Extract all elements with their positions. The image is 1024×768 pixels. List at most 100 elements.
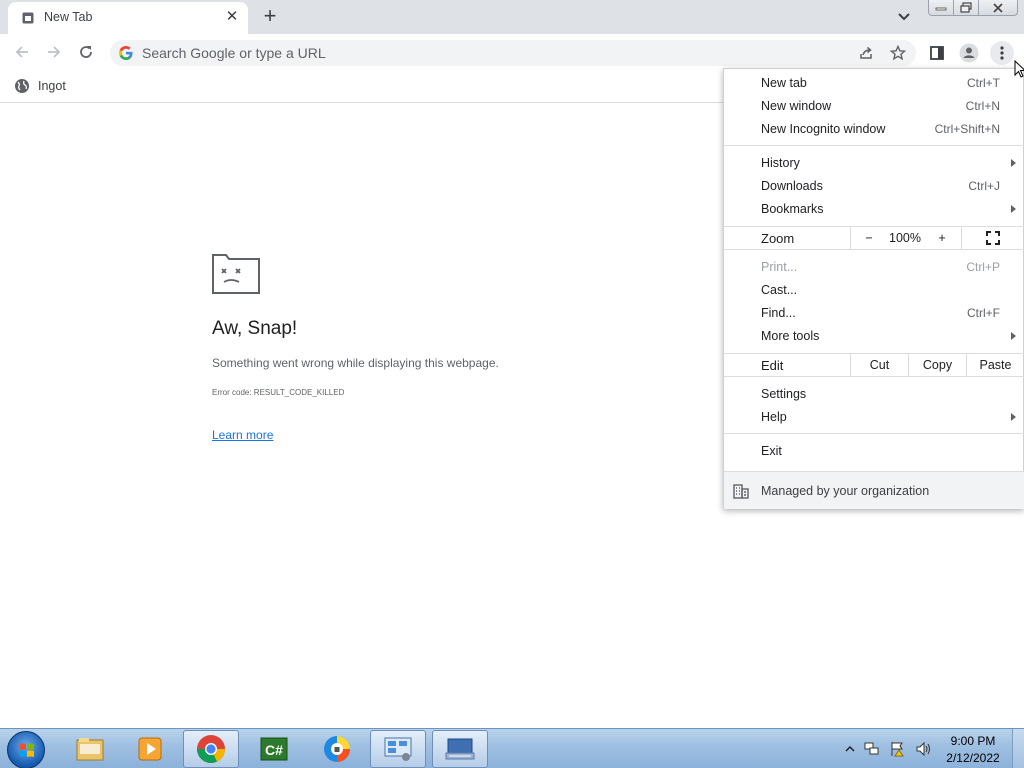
tab-close-icon[interactable]: ✕	[224, 9, 240, 25]
svg-text:C#: C#	[265, 742, 283, 758]
reload-button[interactable]	[74, 40, 98, 64]
menu-item-shortcut: Ctrl+F	[967, 306, 1000, 320]
taskbar-media-player[interactable]	[122, 730, 178, 768]
system-tray	[845, 729, 933, 768]
keyboard-icon	[445, 738, 475, 760]
menu-item-history[interactable]: History	[724, 152, 1024, 175]
globe-icon	[15, 79, 29, 93]
tab-title: New Tab	[44, 10, 93, 24]
building-icon	[733, 484, 749, 499]
menu-item-label: New tab	[761, 76, 807, 90]
menu-item-more-tools[interactable]: More tools	[724, 325, 1024, 348]
menu-item-help[interactable]: Help	[724, 406, 1024, 429]
side-panel-button[interactable]	[926, 42, 948, 64]
paste-button[interactable]: Paste	[966, 354, 1024, 376]
error-title: Aw, Snap!	[212, 318, 298, 339]
folder-icon	[76, 738, 104, 761]
show-hidden-icons-icon[interactable]	[845, 745, 855, 753]
menu-item-cast[interactable]: Cast...	[724, 279, 1024, 302]
menu-item-label: History	[761, 156, 800, 170]
back-button[interactable]	[10, 40, 34, 64]
new-tab-button[interactable]: +	[258, 5, 282, 29]
network-icon[interactable]	[863, 741, 881, 757]
taskbar-control-panel[interactable]	[370, 730, 426, 768]
taskbar-chrome[interactable]	[183, 730, 239, 768]
three-dots-vertical-icon	[1000, 46, 1004, 60]
share-icon	[860, 46, 872, 59]
profile-button[interactable]	[958, 42, 980, 64]
close-icon	[993, 2, 1003, 13]
menu-item-find[interactable]: Find... Ctrl+F	[724, 302, 1024, 325]
menu-item-label: New window	[761, 99, 832, 113]
menu-item-settings[interactable]: Settings	[724, 383, 1024, 406]
bookmark-star-button[interactable]	[887, 42, 909, 64]
back-arrow-icon	[15, 46, 28, 58]
action-center-flag-icon[interactable]	[889, 741, 907, 757]
zoom-in-button[interactable]: +	[924, 227, 960, 249]
fullscreen-button[interactable]	[961, 227, 1024, 249]
window-restore-button[interactable]	[953, 0, 979, 16]
menu-separator	[724, 433, 1024, 434]
menu-item-label: New Incognito window	[761, 122, 886, 136]
taskbar-csharp-app[interactable]: C#	[246, 730, 302, 768]
learn-more-link[interactable]: Learn more	[212, 428, 273, 442]
sad-tab-icon	[212, 254, 260, 294]
volume-icon[interactable]	[915, 741, 933, 757]
menu-item-shortcut: Ctrl+J	[968, 179, 1000, 193]
mouse-cursor-icon	[1014, 60, 1024, 78]
system-clock[interactable]: 9:00 PM 2/12/2022	[940, 733, 1006, 767]
address-bar-input[interactable]	[142, 43, 822, 63]
menu-item-label: Settings	[761, 387, 807, 401]
menu-item-new-window[interactable]: New window Ctrl+N	[724, 95, 1024, 118]
menu-separator	[724, 145, 1024, 146]
menu-item-label: Bookmarks	[761, 202, 824, 216]
fullscreen-icon	[986, 231, 1000, 245]
menu-edit-row: Edit Cut Copy Paste	[724, 353, 1024, 377]
zoom-out-button[interactable]: −	[850, 227, 887, 249]
window-minimize-button[interactable]	[928, 0, 954, 16]
managed-by-organization-item[interactable]: Managed by your organization	[724, 471, 1024, 509]
menu-item-bookmarks[interactable]: Bookmarks	[724, 198, 1024, 221]
show-desktop-button[interactable]	[1012, 729, 1024, 768]
menu-item-downloads[interactable]: Downloads Ctrl+J	[724, 175, 1024, 198]
csharp-icon: C#	[260, 737, 288, 761]
tab-search-chevron-icon[interactable]	[894, 8, 914, 26]
chrome-menu-button[interactable]	[990, 41, 1014, 65]
minimize-icon	[935, 7, 947, 10]
share-button[interactable]	[855, 42, 877, 64]
windows-logo-icon	[20, 743, 34, 757]
start-button[interactable]	[7, 731, 45, 768]
menu-item-label: Print...	[761, 260, 798, 274]
new-tab-favicon-icon	[22, 12, 34, 24]
menu-item-exit[interactable]: Exit	[724, 440, 1024, 463]
copy-button[interactable]: Copy	[908, 354, 966, 376]
window-close-button[interactable]	[978, 0, 1018, 16]
managed-label: Managed by your organization	[761, 484, 930, 498]
tab-strip: New Tab ✕ +	[0, 0, 1024, 34]
menu-item-label: Find...	[761, 306, 796, 320]
clock-time: 9:00 PM	[950, 734, 996, 748]
menu-item-print[interactable]: Print... Ctrl+P	[724, 256, 1024, 279]
taskbar-keyboard-app[interactable]	[432, 730, 488, 768]
error-code: Error code: RESULT_CODE_KILLED	[212, 388, 345, 397]
bookmark-ingot[interactable]: Ingot	[14, 77, 66, 95]
taskbar-security-app[interactable]	[309, 730, 365, 768]
menu-item-label: More tools	[761, 329, 820, 343]
restore-icon	[960, 2, 972, 13]
taskbar: C# 9:00 PM 2/12/2022	[0, 728, 1024, 768]
chrome-icon	[197, 735, 225, 763]
side-panel-icon	[930, 46, 944, 60]
submenu-arrow-icon	[1011, 332, 1016, 340]
forward-button[interactable]	[42, 40, 66, 64]
chrome-app-menu: New tab Ctrl+T New window Ctrl+N New Inc…	[723, 68, 1024, 509]
taskbar-explorer[interactable]	[62, 730, 118, 768]
menu-item-new-incognito-window[interactable]: New Incognito window Ctrl+Shift+N	[724, 118, 1024, 141]
cut-button[interactable]: Cut	[850, 354, 908, 376]
security-shield-icon	[324, 736, 350, 762]
menu-item-label: Help	[761, 410, 787, 424]
tab-new-tab[interactable]: New Tab ✕	[8, 2, 248, 34]
control-panel-icon	[384, 737, 412, 761]
zoom-label: Zoom	[761, 231, 795, 246]
menu-item-new-tab[interactable]: New tab Ctrl+T	[724, 72, 1024, 95]
forward-arrow-icon	[48, 46, 61, 58]
